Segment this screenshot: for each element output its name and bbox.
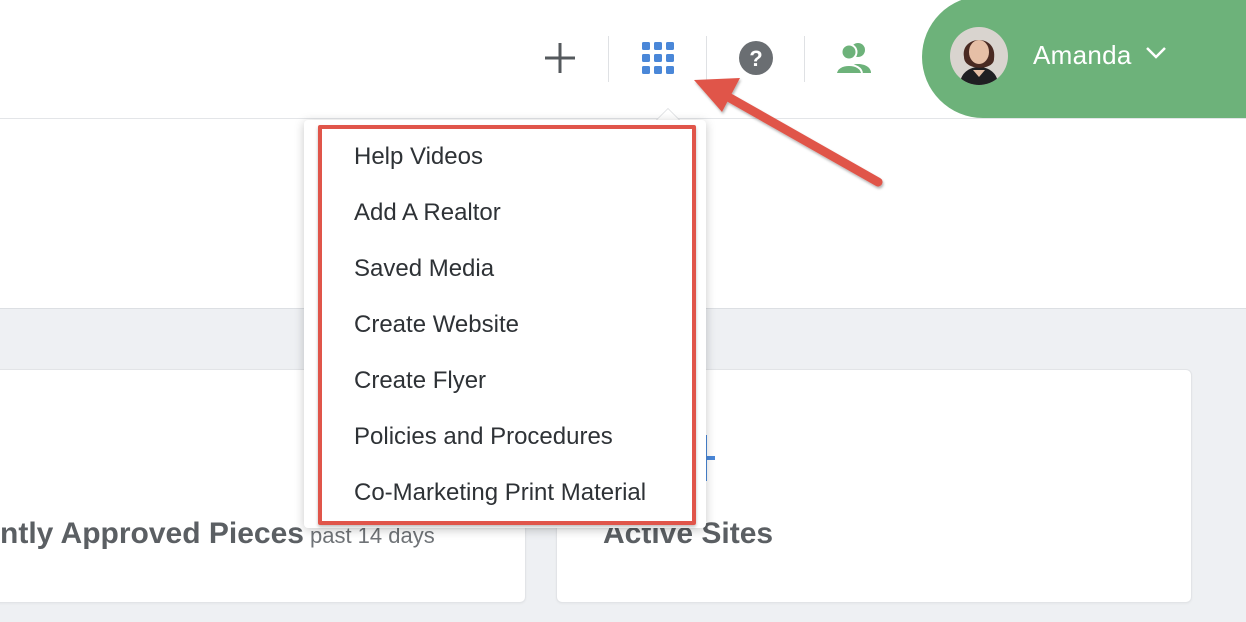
add-site-icon-bar bbox=[705, 456, 715, 460]
avatar[interactable] bbox=[950, 27, 1008, 85]
svg-text:?: ? bbox=[749, 46, 762, 71]
chevron-down-icon[interactable] bbox=[1145, 46, 1167, 60]
add-button[interactable] bbox=[538, 36, 582, 80]
avatar-photo bbox=[950, 27, 1008, 85]
annotation-highlight-box bbox=[318, 125, 696, 525]
annotation-arrow-icon bbox=[694, 78, 883, 187]
user-name[interactable]: Amanda bbox=[1033, 40, 1132, 71]
grid-icon bbox=[642, 42, 674, 74]
toolbar-divider bbox=[608, 36, 609, 82]
apps-menu-button[interactable] bbox=[636, 36, 680, 80]
card-title-text: ntly Approved Pieces bbox=[0, 517, 304, 550]
plus-icon bbox=[545, 43, 575, 73]
